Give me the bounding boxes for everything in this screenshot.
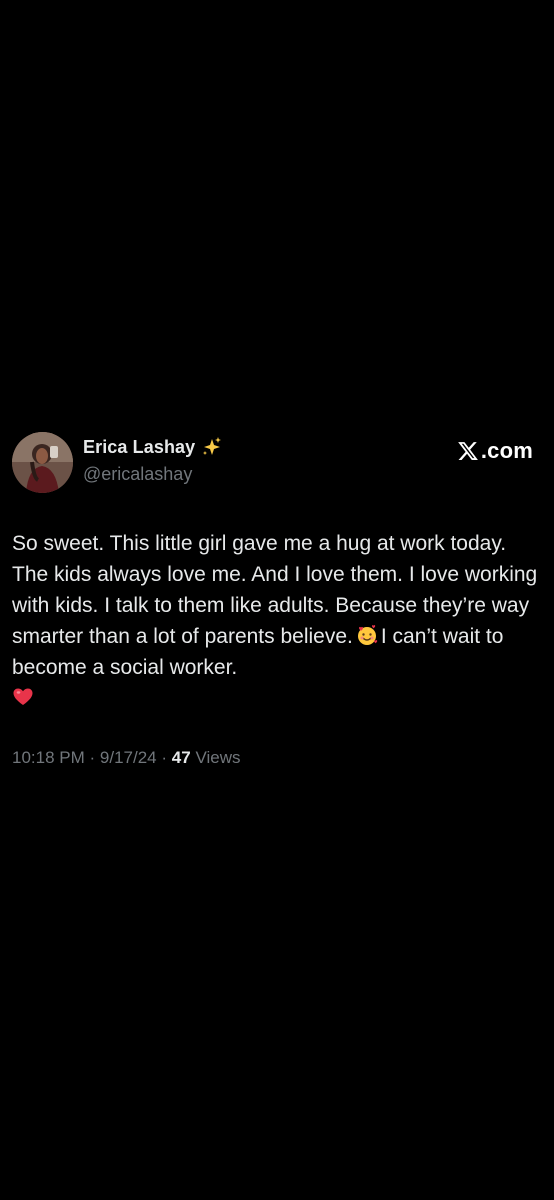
tweet-header: Erica Lashay @ericalashay .com [0, 428, 554, 498]
avatar[interactable] [12, 432, 73, 493]
author-name-row: Erica Lashay [83, 436, 223, 458]
tweet-date[interactable]: 9/17/24 [100, 748, 157, 767]
author-display-name[interactable]: Erica Lashay [83, 437, 195, 458]
avatar-image [12, 432, 73, 493]
views-count: 47 [171, 748, 191, 767]
views-label: Views [195, 748, 241, 767]
tweet-meta: 10:18 PM · 9/17/24 · 47 Views [12, 748, 240, 768]
tweet-text: So sweet. This little girl gave me a hug… [12, 528, 542, 714]
tweet-time[interactable]: 10:18 PM [12, 748, 85, 767]
sparkles-icon [201, 436, 223, 458]
smiling-face-with-hearts-icon [356, 624, 378, 646]
author-handle[interactable]: @ericalashay [83, 464, 192, 485]
tweet-card: Erica Lashay @ericalashay .com So sweet.… [0, 428, 554, 767]
meta-separator: · [161, 748, 168, 767]
brand-text: .com [480, 438, 533, 463]
meta-separator: · [89, 748, 96, 767]
brand-watermark: .com [457, 438, 533, 464]
x-logo-icon [457, 440, 479, 462]
red-heart-icon [12, 686, 34, 708]
